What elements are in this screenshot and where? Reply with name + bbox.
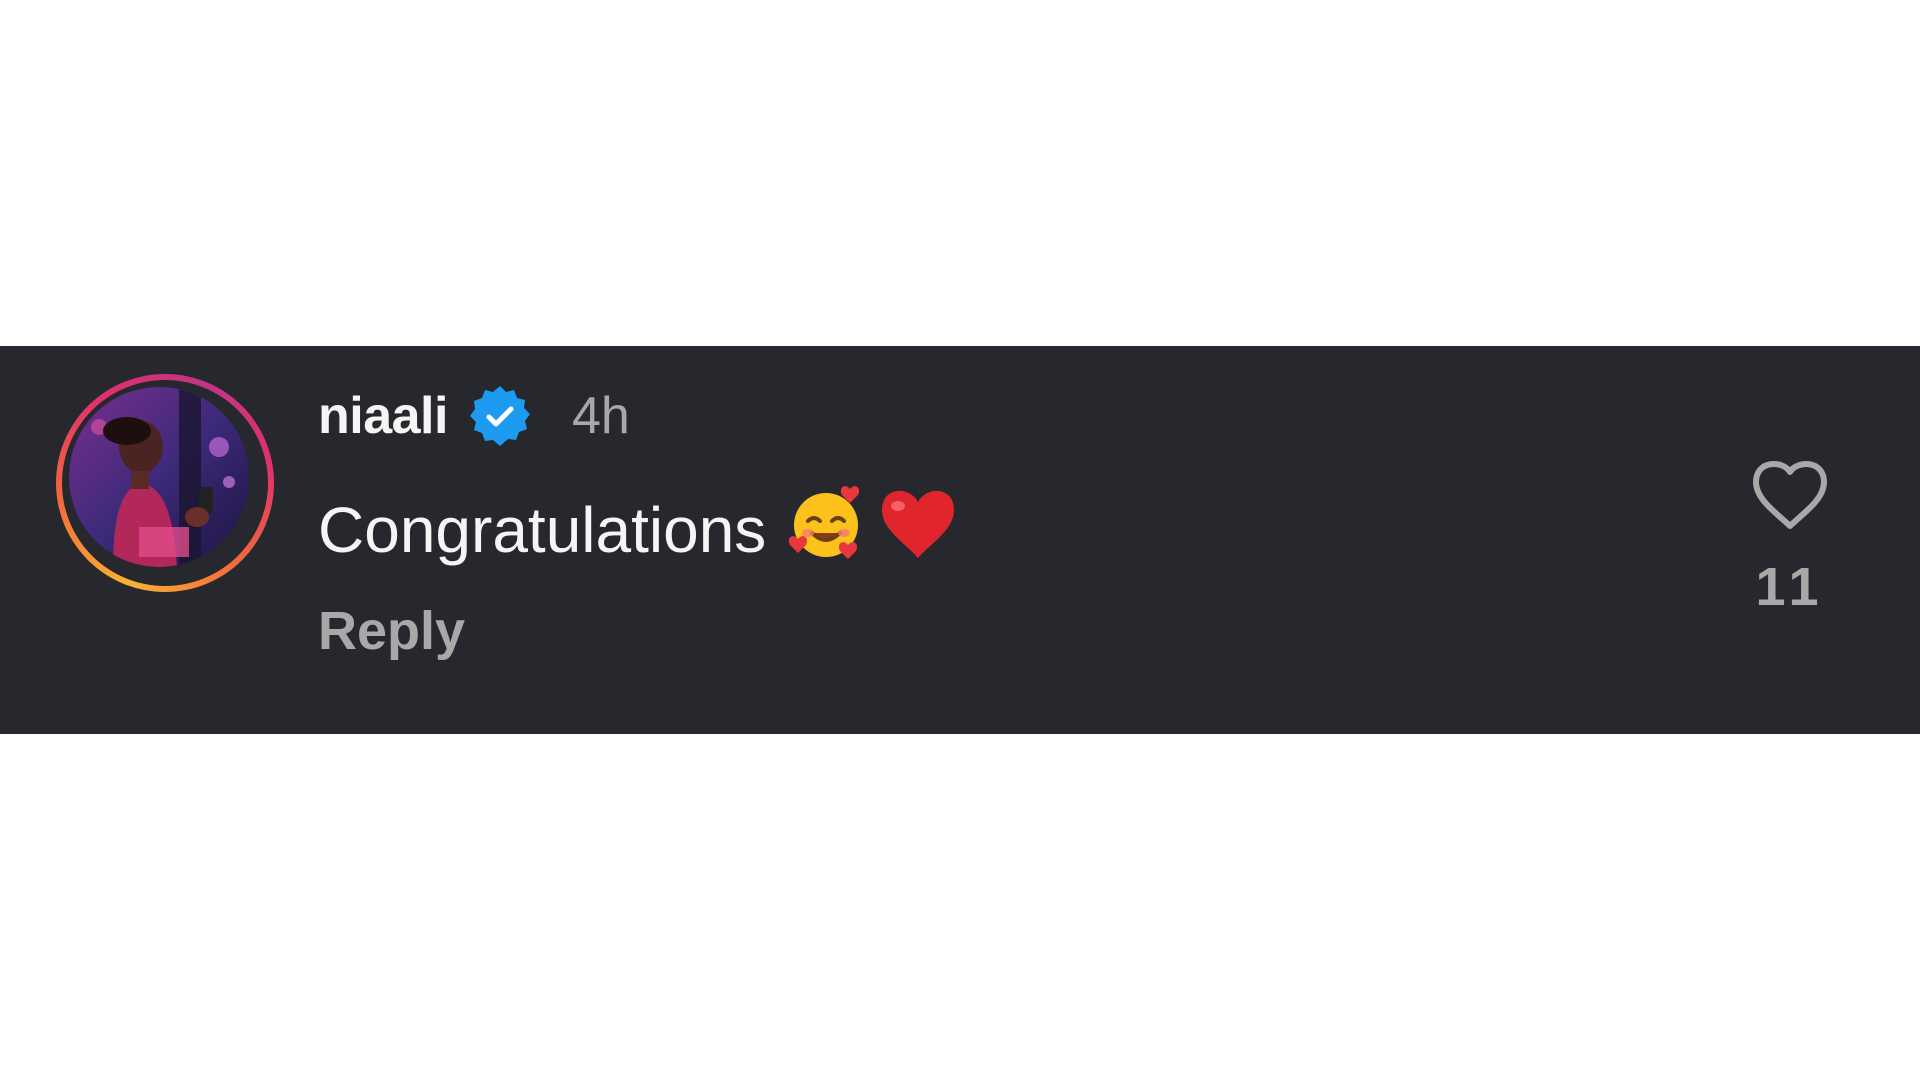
like-area: 11: [1740, 456, 1840, 618]
comment-row: niaali 4h Congratulations Reply 11: [0, 346, 1920, 734]
like-count: 11: [1755, 557, 1825, 617]
comment-text: Congratulations: [318, 494, 767, 566]
comment-body: Congratulations: [318, 485, 960, 570]
verified-badge-icon: [468, 384, 532, 448]
comment-header: niaali 4h: [318, 386, 960, 446]
story-ring[interactable]: [56, 374, 274, 592]
username[interactable]: niaali: [318, 386, 448, 446]
comment-content: niaali 4h Congratulations Reply: [318, 386, 960, 662]
heart-icon[interactable]: [1740, 456, 1840, 532]
red-heart-icon: [876, 484, 960, 577]
smiling-face-with-hearts-icon: [786, 481, 870, 580]
reply-button[interactable]: Reply: [318, 600, 960, 662]
comment-time: 4h: [571, 387, 630, 445]
avatar[interactable]: [69, 387, 249, 567]
avatar-photo: [69, 387, 249, 567]
